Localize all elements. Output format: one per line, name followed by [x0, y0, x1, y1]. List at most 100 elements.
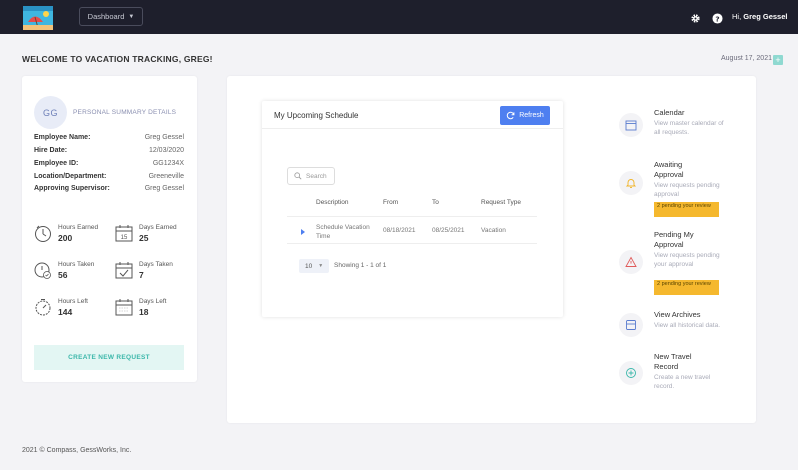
side-menu-desc: View requests pending your approval — [654, 252, 720, 268]
detail-label: Location/Department: — [34, 173, 107, 180]
side-menu-pending-my-approval[interactable]: Pending My Approval View requests pendin… — [619, 230, 729, 300]
detail-employee-name: Employee Name: Greg Gessel — [34, 134, 184, 144]
bell-icon — [619, 171, 643, 195]
row-from: 08/18/2021 — [383, 227, 416, 234]
vacation-logo-icon[interactable] — [22, 2, 54, 32]
stat-label: Hours Taken — [58, 261, 95, 268]
stat-value: 56 — [58, 270, 68, 280]
side-menu-title: Calendar — [654, 108, 685, 117]
stat-value: 200 — [58, 233, 73, 243]
row-request-type: Vacation — [481, 227, 506, 234]
detail-value: GG1234X — [152, 160, 184, 167]
page-size-value: 10 — [305, 262, 313, 270]
stat-days-left: Days Left 18 — [115, 298, 190, 322]
row-description: Schedule Vacation Time — [316, 224, 370, 240]
side-menu-title: View Archives — [654, 310, 701, 319]
detail-label: Employee ID: — [34, 160, 79, 167]
detail-value: 12/03/2020 — [148, 147, 184, 154]
detail-hire-date: Hire Date: 12/03/2020 — [34, 147, 184, 157]
stopwatch-icon — [34, 298, 52, 316]
calendar-check-icon — [115, 261, 133, 279]
pagination-info: Showing 1 - 1 of 1 — [334, 262, 387, 269]
side-menu-calendar[interactable]: Calendar View master calendar of all req… — [619, 108, 729, 148]
pending-badge: 2 pending your review — [654, 280, 719, 295]
create-new-request-button[interactable]: CREATE NEW REQUEST — [34, 345, 184, 370]
dashboard-dropdown[interactable]: Dashboard ▼ — [79, 7, 143, 26]
side-menu-desc: View all historical data. — [654, 322, 720, 329]
side-menu-title: Pending My Approval — [654, 230, 694, 249]
dashboard-label: Dashboard — [87, 12, 125, 21]
side-menu-title: New Travel Record — [654, 352, 692, 371]
calendar-icon — [619, 113, 643, 137]
calendar-day-icon: 15 — [115, 224, 133, 242]
stat-days-earned: 15 Days Earned 25 — [115, 224, 190, 248]
side-menu-desc: View requests pending approval — [654, 182, 720, 198]
detail-label: Employee Name: — [34, 134, 91, 141]
detail-value: Greg Gessel — [144, 134, 184, 141]
top-navbar: Dashboard ▼ ? Hi, Greg Gessel — [0, 0, 798, 34]
table-row[interactable]: Schedule Vacation Time 08/18/2021 08/25/… — [287, 216, 537, 244]
detail-value: Greeneville — [148, 173, 184, 180]
stat-label: Hours Left — [58, 298, 88, 305]
calendar-icon — [115, 298, 133, 316]
row-to: 08/25/2021 — [432, 227, 465, 234]
detail-label: Hire Date: — [34, 147, 68, 154]
current-date: August 17, 2021 — [721, 55, 772, 62]
clock-icon — [34, 224, 52, 242]
expand-row-icon[interactable] — [301, 229, 305, 235]
stat-label: Days Left — [139, 298, 167, 305]
column-header-to[interactable]: To — [432, 199, 439, 206]
page-size-select[interactable]: 10 ▼ — [299, 259, 329, 273]
calendar-day-number: 15 — [121, 235, 128, 241]
column-header-description[interactable]: Description — [316, 199, 349, 206]
main-panel: My Upcoming Schedule Refresh Search Desc… — [227, 76, 756, 423]
side-menu-desc: View master calendar of all requests. — [654, 120, 724, 136]
personal-summary-card: GG PERSONAL SUMMARY DETAILS Employee Nam… — [22, 76, 197, 382]
greeting-prefix: Hi, — [732, 12, 742, 21]
stat-value: 18 — [139, 307, 149, 317]
refresh-button[interactable]: Refresh — [500, 106, 550, 125]
summary-title: PERSONAL SUMMARY DETAILS — [73, 109, 177, 116]
side-menu-new-travel-record[interactable]: New Travel Record Create a new travel re… — [619, 352, 729, 397]
side-menu-view-archives[interactable]: View Archives View all historical data. — [619, 310, 729, 345]
stat-value: 25 — [139, 233, 149, 243]
clock-check-icon — [34, 261, 52, 279]
stat-label: Hours Earned — [58, 224, 99, 231]
detail-location: Location/Department: Greeneville — [34, 173, 184, 183]
detail-value: Greg Gessel — [144, 185, 184, 192]
add-button[interactable]: + — [773, 55, 783, 65]
stat-hours-earned: Hours Earned 200 — [34, 224, 109, 248]
search-placeholder: Search — [306, 172, 327, 180]
stat-value: 7 — [139, 270, 144, 280]
refresh-icon — [507, 111, 515, 120]
side-menu-awaiting-approval[interactable]: Awaiting Approval View requests pending … — [619, 160, 729, 220]
side-menu-title: Awaiting Approval — [654, 160, 684, 179]
column-header-request-type[interactable]: Request Type — [481, 199, 521, 206]
user-greeting[interactable]: Hi, Greg Gessel — [732, 12, 787, 21]
detail-supervisor: Approving Supervisor: Greg Gessel — [34, 185, 184, 195]
warning-icon — [619, 250, 643, 274]
gear-icon[interactable] — [690, 11, 701, 23]
page-title: WELCOME TO VACATION TRACKING, GREG! — [22, 54, 213, 64]
stat-hours-taken: Hours Taken 56 — [34, 261, 109, 285]
archive-icon — [619, 313, 643, 337]
stat-label: Days Taken — [139, 261, 173, 268]
stat-label: Days Earned — [139, 224, 177, 231]
chevron-down-icon: ▼ — [318, 263, 324, 269]
side-menu-desc: Create a new travel record. — [654, 374, 711, 390]
stat-days-taken: Days Taken 7 — [115, 261, 190, 285]
help-icon[interactable]: ? — [712, 11, 723, 24]
upcoming-schedule-card: My Upcoming Schedule Refresh Search Desc… — [262, 101, 563, 317]
detail-employee-id: Employee ID: GG1234X — [34, 160, 184, 170]
avatar: GG — [34, 96, 67, 129]
search-icon — [294, 172, 302, 180]
add-circle-icon — [619, 361, 643, 385]
svg-text:?: ? — [715, 14, 719, 23]
schedule-title: My Upcoming Schedule — [274, 111, 359, 120]
detail-label: Approving Supervisor: — [34, 185, 110, 192]
user-name: Greg Gessel — [743, 12, 788, 21]
footer-copyright: 2021 © Compass, GessWorks, Inc. — [22, 447, 132, 454]
search-input[interactable]: Search — [287, 167, 335, 185]
column-header-from[interactable]: From — [383, 199, 398, 206]
refresh-label: Refresh — [519, 112, 544, 119]
